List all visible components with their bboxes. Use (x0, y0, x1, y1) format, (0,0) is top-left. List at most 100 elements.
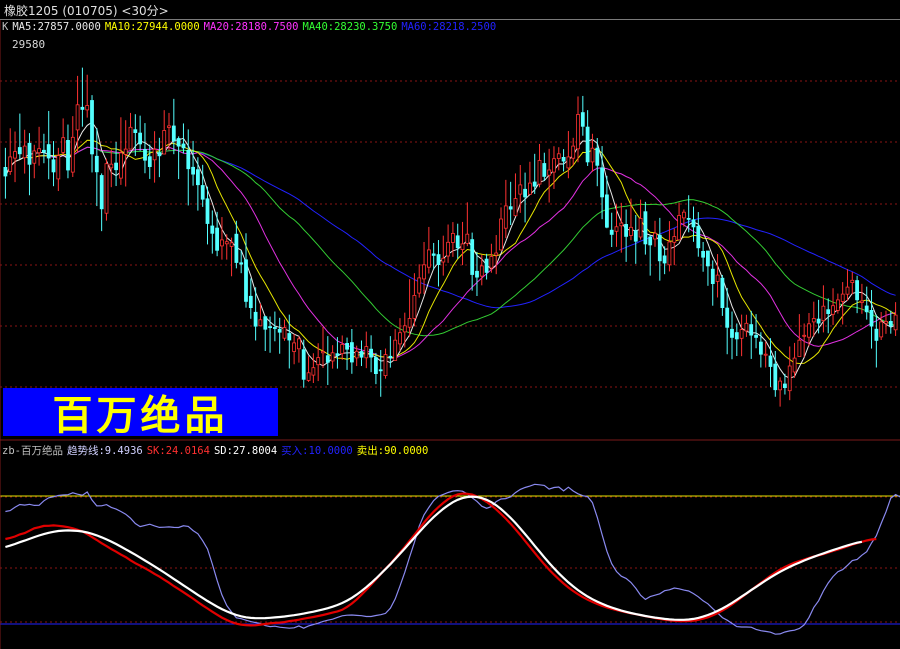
candle-body-up (576, 114, 580, 150)
candle-body-up (75, 104, 80, 131)
candle (653, 220, 657, 247)
candle-body-down (609, 229, 614, 235)
candle (17, 113, 22, 160)
candle-body-up (884, 320, 888, 324)
candle (393, 329, 398, 361)
candle-body-down (734, 332, 739, 340)
candle-body-up (802, 334, 807, 337)
indicator-legend-item: 买入:10.0000 (281, 445, 353, 457)
candle (3, 147, 8, 199)
candle (51, 141, 56, 187)
candle (359, 340, 364, 367)
candle-body-up (128, 126, 133, 150)
candle-body-down (508, 206, 513, 210)
candle-body-down (624, 223, 628, 237)
candle-body-down (484, 258, 489, 273)
candle (32, 144, 37, 179)
candle (754, 314, 758, 349)
candle (282, 319, 287, 341)
candle (46, 110, 51, 180)
candle-body-up (422, 264, 426, 280)
candle-body-up (840, 293, 845, 302)
candle-body-up (417, 277, 422, 294)
candle (638, 199, 643, 240)
candle-body-up (489, 256, 494, 269)
candle-body-down (595, 147, 600, 166)
candle-body-up (296, 338, 301, 350)
candle-body-down (359, 351, 364, 358)
candle (460, 221, 465, 266)
candle (143, 123, 147, 174)
candle-body-down (157, 152, 162, 157)
candle-body-up (316, 357, 321, 366)
candle-body-up (56, 155, 61, 180)
candle (792, 342, 797, 378)
candle (528, 161, 532, 195)
candle (436, 240, 441, 287)
candle-body-down (287, 333, 292, 341)
candle-body-up (614, 226, 619, 232)
candle-body-up (811, 318, 816, 323)
candle-body-up (797, 339, 802, 357)
candle-body-down (133, 129, 138, 133)
candle-body-up (393, 339, 398, 361)
candle (340, 335, 345, 360)
candle-body-up (311, 367, 316, 376)
candle-body-down (826, 309, 831, 315)
candle (455, 223, 460, 259)
candle-body-up (850, 279, 855, 283)
candle (321, 326, 325, 368)
candle (388, 336, 393, 368)
candle-body-up (893, 314, 898, 331)
candle-body-up (22, 145, 27, 159)
candle-body-down (773, 363, 778, 391)
candle (426, 226, 431, 274)
candle (609, 212, 614, 247)
candle (499, 207, 503, 251)
candle (8, 128, 13, 175)
chart-canvas[interactable] (0, 0, 900, 649)
candle-body-up (556, 153, 561, 159)
candle-body-down (436, 254, 441, 266)
candle-body-up (8, 156, 13, 172)
candle-body-up (224, 241, 229, 245)
candle (884, 310, 888, 334)
candle (797, 314, 802, 357)
candle (720, 274, 725, 316)
candle-body-up (152, 148, 157, 161)
candle-body-down (754, 334, 758, 338)
candle-body-down (345, 342, 350, 350)
candle (475, 252, 479, 297)
banner-text: 百万绝品 (52, 392, 229, 439)
candle (739, 314, 744, 357)
candle (195, 157, 200, 211)
candle-body-down (725, 307, 730, 328)
candle-body-down (27, 142, 32, 165)
grid-lines (0, 80, 900, 623)
candle (277, 317, 282, 354)
candle-body-up (123, 148, 128, 155)
candle-body-down (855, 280, 859, 301)
candle (80, 67, 85, 127)
candle-body-up (677, 215, 681, 241)
price-legend-item: MA5:27857.0000 (12, 21, 101, 33)
candle-body-down (46, 144, 51, 159)
candle-body-up (845, 286, 850, 295)
candle-body-up (407, 318, 412, 328)
candle-body-down (542, 163, 547, 177)
candle-body-up (354, 350, 359, 359)
candle-body-down (277, 328, 282, 333)
candle (542, 152, 547, 181)
candle-body-up (398, 332, 402, 345)
candle-body-down (580, 112, 585, 127)
candle (537, 143, 542, 188)
candle-body-up (831, 305, 835, 315)
candle (186, 129, 191, 206)
candle (836, 293, 840, 314)
candle (816, 299, 821, 334)
candle (407, 279, 412, 337)
candle-body-up (282, 327, 287, 339)
candle-body-up (340, 344, 345, 355)
candle (292, 334, 297, 365)
candle-body-down (633, 230, 638, 242)
